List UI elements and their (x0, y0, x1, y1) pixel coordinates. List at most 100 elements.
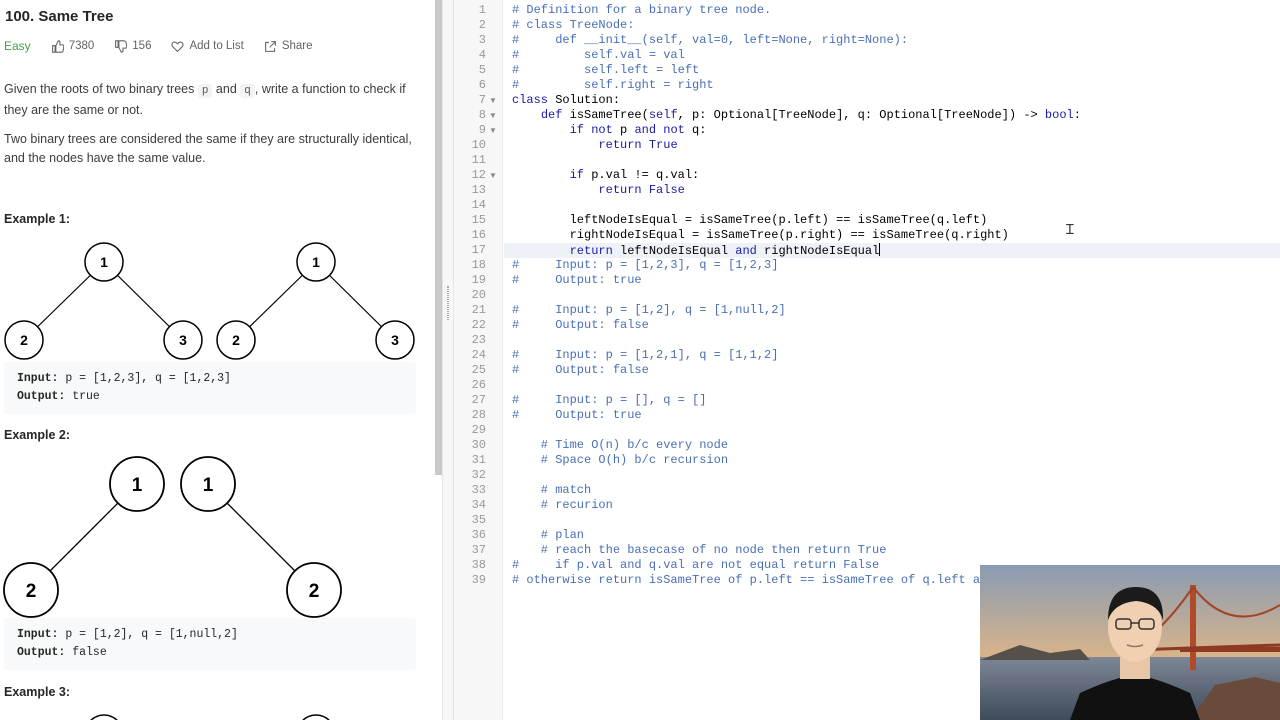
line-number: 32 (471, 468, 486, 482)
tree-node-label: 2 (20, 332, 28, 348)
output-label: Output: (17, 389, 66, 403)
add-to-list-button[interactable]: Add to List (171, 40, 244, 53)
problem-meta-bar: Easy 7380 156 Add to List Share (4, 38, 333, 54)
code-line[interactable]: class Solution: (512, 93, 620, 108)
share-icon (264, 40, 276, 52)
code-line[interactable]: # Output: true (512, 273, 642, 288)
code-line[interactable]: # otherwise return isSameTree of p.left … (512, 573, 994, 588)
code-line[interactable]: # Output: false (512, 318, 649, 333)
code-line[interactable]: # Output: false (512, 363, 649, 378)
webcam-overlay (980, 565, 1280, 720)
line-number: 37 (471, 543, 486, 557)
line-number: 10 (471, 138, 486, 152)
example-2-heading: Example 2: (4, 428, 71, 442)
code-line[interactable]: # Time O(n) b/c every node (512, 438, 728, 453)
line-number: 20 (471, 288, 486, 302)
line-number: 13 (471, 183, 486, 197)
code-line[interactable]: rightNodeIsEqual = isSameTree(p.right) =… (512, 228, 1009, 243)
code-line[interactable]: # plan (512, 528, 584, 543)
code-line[interactable]: return True (512, 138, 677, 153)
line-number: 19 (471, 273, 486, 287)
line-number: 11 (471, 153, 486, 167)
thumbs-up-icon (51, 39, 64, 53)
code-line[interactable]: # def __init__(self, val=0, left=None, r… (512, 33, 908, 48)
line-number: 2 (478, 18, 486, 32)
line-number: 15 (471, 213, 486, 227)
presenter-video-image (980, 565, 1280, 720)
input-label: Input: (17, 372, 59, 385)
line-number: 23 (471, 333, 486, 347)
line-number: 31 (471, 453, 486, 467)
code-line[interactable]: # match (512, 483, 591, 498)
code-line[interactable]: # self.left = left (512, 63, 699, 78)
code-q: q (240, 84, 255, 98)
output-value: true (65, 389, 100, 403)
tree-node-label: 1 (132, 475, 143, 496)
like-button[interactable]: 7380 (51, 39, 94, 53)
code-line[interactable]: # if p.val and q.val are not equal retur… (512, 558, 879, 573)
description-scrollbar[interactable] (435, 0, 442, 475)
dislike-count: 156 (132, 40, 152, 52)
line-number: 25 (471, 363, 486, 377)
tree-node-label: 3 (391, 332, 399, 348)
input-value: p = [1,2], q = [1,null,2] (58, 628, 238, 641)
fold-toggle-icon[interactable]: ▼ (489, 123, 497, 138)
output-label: Output: (17, 645, 66, 659)
line-number: 3 (478, 33, 486, 47)
example-1-tree-diagram: 1 2 3 1 2 3 (4, 242, 415, 360)
statement-text: Given the roots of two binary trees (4, 82, 198, 96)
fold-toggle-icon[interactable]: ▼ (489, 93, 497, 108)
line-number: 35 (471, 513, 486, 527)
code-line[interactable]: if p.val != q.val: (512, 168, 700, 183)
code-line[interactable]: return False (512, 183, 684, 198)
example-1-heading: Example 1: (4, 212, 71, 226)
line-number: 27 (471, 393, 486, 407)
line-number: 24 (471, 348, 486, 362)
line-number: 26 (471, 378, 486, 392)
code-line[interactable]: leftNodeIsEqual = isSameTree(p.left) == … (512, 213, 988, 228)
code-line[interactable]: # self.right = right (512, 78, 714, 93)
input-label: Input: (17, 628, 59, 641)
code-line[interactable]: # Output: true (512, 408, 642, 423)
dislike-button[interactable]: 156 (114, 39, 152, 53)
tree-node-label: 1 (312, 254, 320, 270)
line-number: 18 (471, 258, 486, 272)
line-number: 6 (478, 78, 486, 92)
tree-node-label: 2 (232, 332, 240, 348)
code-line[interactable]: if not p and not q: (512, 123, 707, 138)
code-line[interactable]: # Input: p = [], q = [] (512, 393, 706, 408)
code-line[interactable]: # Input: p = [1,2,1], q = [1,1,2] (512, 348, 778, 363)
code-line[interactable]: # reach the basecase of no node then ret… (512, 543, 887, 558)
code-line[interactable]: # Input: p = [1,2], q = [1,null,2] (512, 303, 786, 318)
share-button[interactable]: Share (264, 40, 313, 53)
difficulty-label: Easy (4, 39, 31, 53)
fold-toggle-icon[interactable]: ▼ (489, 108, 497, 123)
add-to-list-label: Add to List (189, 40, 244, 52)
example-2-io-box: Input: p = [1,2], q = [1,null,2] Output:… (4, 618, 416, 670)
code-line[interactable]: # Input: p = [1,2,3], q = [1,2,3] (512, 258, 778, 273)
line-number: 9 (478, 123, 486, 137)
output-value: false (65, 645, 107, 659)
problem-description-panel: 100. Same Tree Easy 7380 156 Add to List… (0, 0, 434, 720)
code-line[interactable]: # class TreeNode: (512, 18, 634, 33)
line-number: 12 (471, 168, 486, 182)
code-line[interactable]: # self.val = val (512, 48, 685, 63)
tree-p: 1 2 (3, 456, 165, 618)
code-line[interactable]: return leftNodeIsEqual and rightNodeIsEq… (512, 243, 881, 258)
line-number: 30 (471, 438, 486, 452)
line-number: 1 (478, 3, 486, 17)
line-number: 17 (471, 243, 486, 257)
fold-toggle-icon[interactable]: ▼ (489, 168, 497, 183)
code-line[interactable]: def isSameTree(self, p: Optional[TreeNod… (512, 108, 1081, 123)
input-value: p = [1,2,3], q = [1,2,3] (58, 372, 231, 385)
line-number: 22 (471, 318, 486, 332)
line-number: 5 (478, 63, 486, 77)
tree-node-label: 3 (179, 332, 187, 348)
panel-splitter[interactable] (442, 0, 454, 720)
tree-q: 1 2 3 (216, 242, 415, 360)
example-3-heading: Example 3: (4, 685, 71, 699)
code-line[interactable]: # recurion (512, 498, 613, 513)
splitter-grip-icon (447, 286, 449, 320)
code-line[interactable]: # Space O(h) b/c recursion (512, 453, 728, 468)
code-line[interactable]: # Definition for a binary tree node. (512, 3, 771, 18)
